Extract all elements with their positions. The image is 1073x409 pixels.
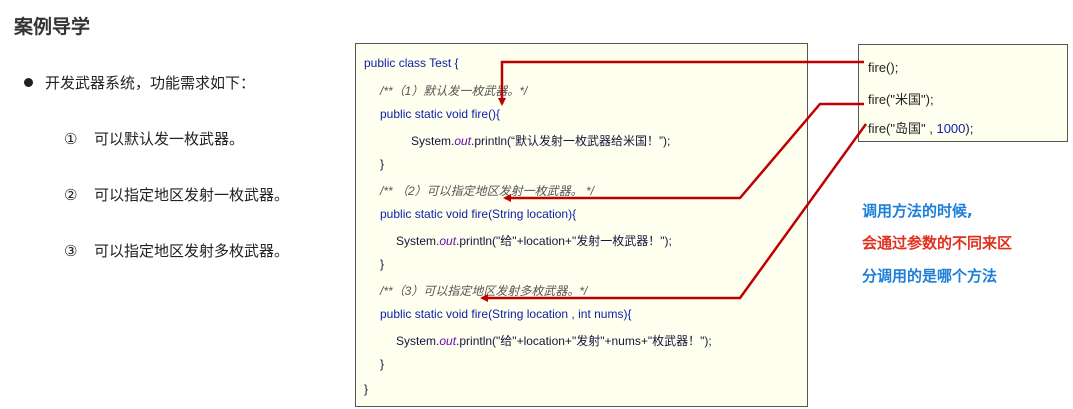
- requirement-item: ② 可以指定地区发射一枚武器。: [64, 184, 289, 205]
- code-statement: System.out.println("给"+location+"发射"+num…: [396, 334, 712, 348]
- note-line: 会通过参数的不同来区: [862, 234, 1013, 252]
- requirement-item: ① 可以默认发一枚武器。: [64, 128, 244, 149]
- code-comment: /**（3）可以指定地区发射多枚武器。*/: [380, 284, 588, 298]
- requirement-item: ③ 可以指定地区发射多枚武器。: [64, 240, 289, 261]
- calls-panel: fire(); fire("米国"); fire("岛国" , 1000);: [858, 44, 1068, 142]
- intro-text: 开发武器系统，功能需求如下：: [45, 74, 256, 92]
- code-class-close: }: [364, 382, 369, 396]
- bullet-icon: [24, 78, 33, 87]
- requirement-text: 可以默认发一枚武器。: [94, 130, 245, 148]
- code-comment: /**（1）默认发一枚武器。*/: [380, 84, 528, 98]
- code-comment: /** （2）可以指定地区发射一枚武器。 */: [380, 184, 595, 198]
- code-brace: }: [380, 257, 385, 271]
- code-statement: System.out.println(“默认发射一枚武器给米国！”);: [411, 134, 671, 148]
- note-line: 分调用的是哪个方法: [862, 267, 998, 285]
- code-class-declaration: public class Test {: [364, 56, 459, 70]
- requirement-number: ③: [64, 242, 78, 260]
- call-fire-default: fire();: [868, 60, 899, 75]
- call-fire-location: fire("米国");: [868, 92, 934, 107]
- page-title: 案例导学: [14, 16, 91, 38]
- code-statement: System.out.println("给"+location+"发射一枚武器！…: [396, 234, 672, 248]
- note-line: 调用方法的时候,: [862, 202, 973, 220]
- requirement-text: 可以指定地区发射一枚武器。: [94, 186, 290, 204]
- code-method-signature: public static void fire(String location)…: [380, 207, 577, 221]
- code-brace: }: [380, 357, 385, 371]
- requirements-intro: 开发武器系统，功能需求如下：: [24, 72, 255, 93]
- requirement-text: 可以指定地区发射多枚武器。: [94, 242, 290, 260]
- code-method-signature: public static void fire(String location …: [380, 307, 632, 321]
- code-panel: public class Test { /**（1）默认发一枚武器。*/ pub…: [355, 43, 808, 407]
- code-method-signature: public static void fire(){: [380, 107, 501, 121]
- call-fire-location-nums: fire("岛国" , 1000);: [868, 121, 974, 136]
- code-brace: }: [380, 157, 385, 171]
- requirement-number: ②: [64, 186, 78, 204]
- requirement-number: ①: [64, 130, 78, 148]
